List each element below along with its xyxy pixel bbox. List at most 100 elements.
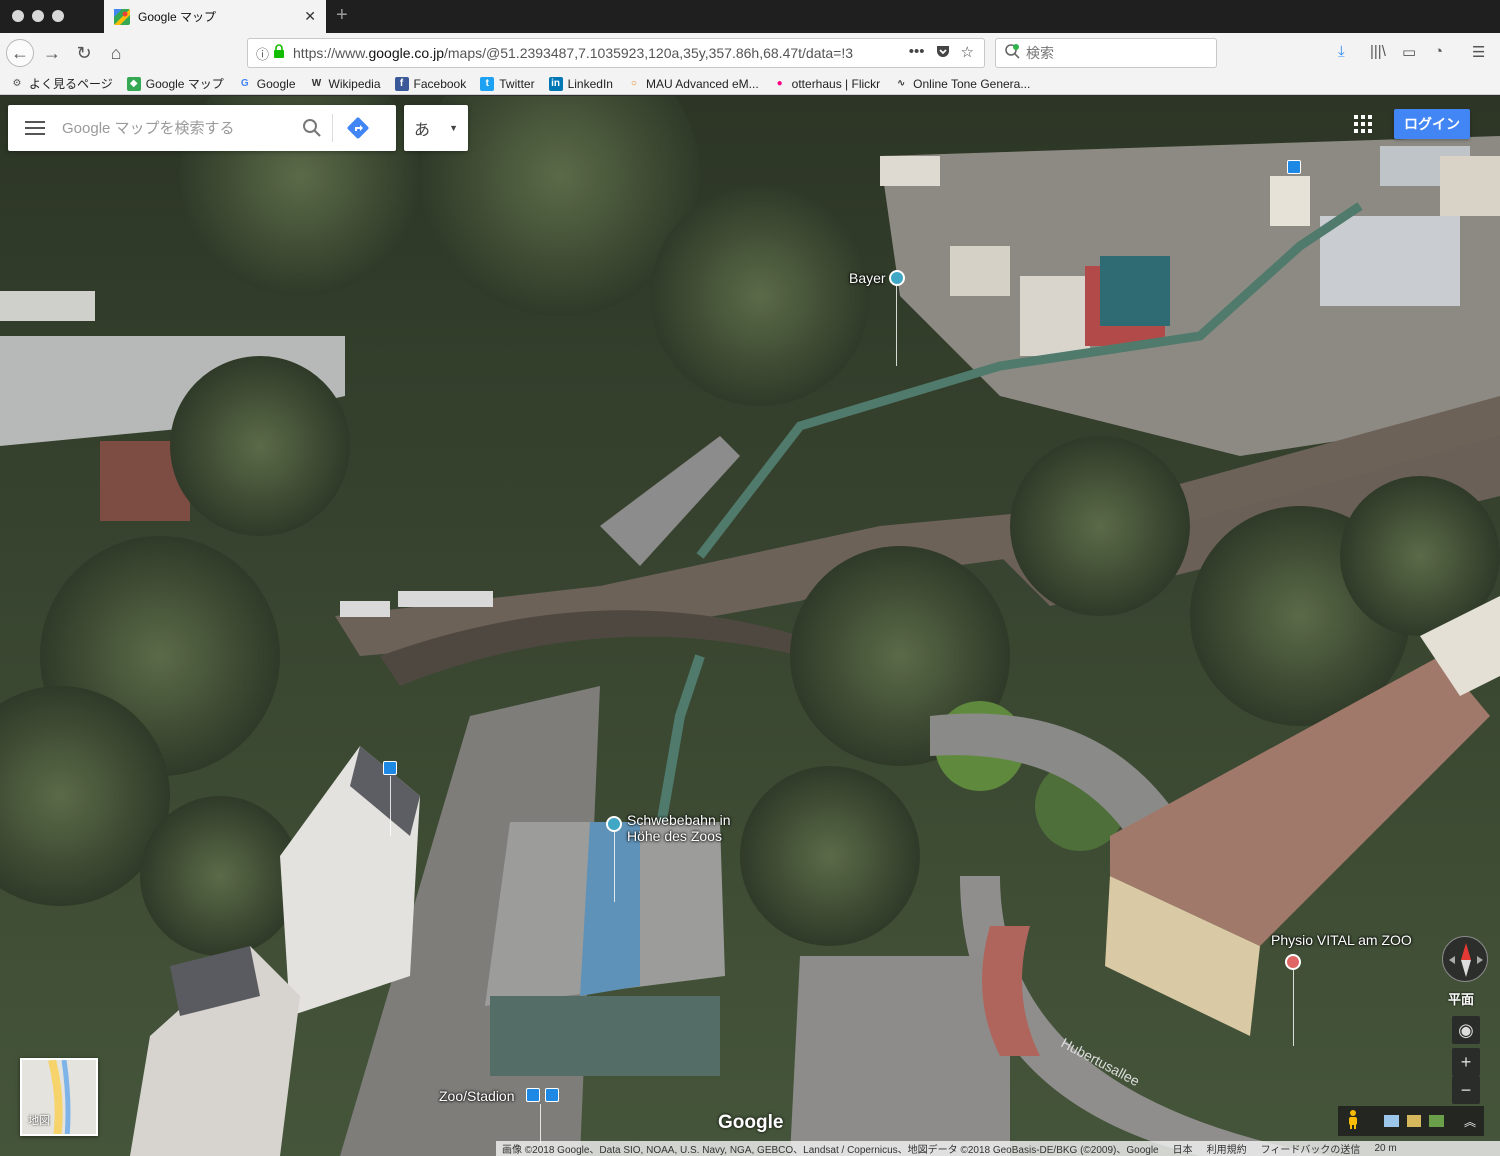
gear-icon: ⚙ [12,77,22,89]
view-mode-toggle[interactable]: 平面 [1448,989,1474,1008]
bookmark-item[interactable]: ∿ Online Tone Genera... [894,77,1030,91]
transit-stop-icon[interactable] [1287,160,1301,174]
bookmark-label: Twitter [499,76,535,91]
compass-icon[interactable] [1442,936,1488,982]
pin-stem [896,286,897,366]
bookmark-label: MAU Advanced eM... [645,76,759,91]
info-icon[interactable]: ⓘ [256,44,269,63]
extension-icon[interactable]: ◔ [1434,43,1443,60]
bookmark-item[interactable]: t Twitter [480,76,535,91]
bookmarks-bar: ⚙ よく見るページ ◆ Google マップ G Google W Wikipedia f Fac… [0,73,1500,95]
pin-stem [390,776,391,836]
browser-search-bar[interactable] [995,38,1217,68]
google-apps-icon[interactable] [1354,115,1372,133]
close-window-button[interactable] [12,10,24,22]
bookmark-item[interactable]: f Facebook [394,76,467,91]
bookmark-label: よく見るページ [29,77,113,91]
train-station-icon[interactable] [526,1088,540,1102]
library-icon[interactable]: |||\ [1370,43,1386,60]
directions-icon[interactable] [333,116,383,140]
my-location-icon[interactable]: ◉ [1452,1016,1480,1044]
forward-button[interactable]: → [38,39,66,67]
bookmark-item[interactable]: ○ MAU Advanced eM... [627,77,759,91]
new-tab-button[interactable]: + [336,4,348,27]
bookmark-item[interactable]: W Wikipedia [310,77,381,91]
health-pin-icon[interactable] [1285,954,1301,970]
layer-thumbnail[interactable] [1429,1115,1444,1127]
satellite-3d-imagery[interactable]: Hubertusallee [0,96,1500,1156]
zoom-in-button[interactable]: + [1452,1048,1480,1076]
menu-icon[interactable]: ☰ [1472,43,1485,61]
zoom-window-button[interactable] [52,10,64,22]
navigation-bar: ← → ↻ ⌂ ⓘ https://www.google.co.jp/maps/… [0,33,1500,73]
place-label-schwebebahn[interactable]: Schwebebahn in Höhe des Zoos [627,812,731,844]
feedback-link[interactable]: フィードバックの送信 [1261,1141,1361,1156]
map-type-toggle[interactable]: 地図 [20,1058,98,1136]
zoom-out-button[interactable]: − [1452,1076,1480,1104]
camera-pin-icon[interactable] [606,816,622,832]
facebook-icon: f [394,76,409,91]
downloads-icon[interactable]: ⤓ [1338,43,1345,60]
bookmark-star-icon[interactable]: ☆ [961,43,974,63]
map-view[interactable]: Hubertusallee あ ▼ ログイン Bayer Schwebebahn… [0,96,1500,1156]
lock-icon [273,43,285,63]
bookmark-item[interactable]: G Google [238,77,296,91]
attribution-text: 画像 ©2018 Google、Data SIO, NOAA, U.S. Nav… [502,1145,1159,1156]
pin-stem [1293,970,1294,1046]
home-button[interactable]: ⌂ [102,39,130,67]
bookmark-label: Wikipedia [328,76,381,91]
tab-google-maps[interactable]: Google マップ ✕ [104,0,326,33]
bookmark-label: Online Tone Genera... [913,76,1031,91]
sidebar-icon[interactable]: ▭ [1402,43,1416,61]
search-engine-icon[interactable] [1004,43,1020,64]
bookmark-item[interactable]: ◆ Google マップ [126,75,224,92]
maps-search-input[interactable] [62,119,292,137]
wave-icon: ∿ [896,77,906,89]
flickr-icon: ● [776,77,783,89]
search-icon[interactable] [292,118,332,138]
page-actions-icon[interactable]: ••• [909,43,925,63]
bookmark-label: Facebook [413,76,467,91]
pegman-icon[interactable] [1346,1109,1360,1134]
twitter-icon: t [480,76,495,91]
expand-up-icon[interactable]: ︽ [1464,1113,1476,1130]
transit-stop-icon[interactable] [383,761,397,775]
terms-link[interactable]: 利用規約 [1207,1141,1247,1156]
minimize-window-button[interactable] [32,10,44,22]
google-icon: G [240,77,249,89]
bookmark-item[interactable]: in LinkedIn [548,76,613,91]
url-bar[interactable]: ⓘ https://www.google.co.jp/maps/@51.2393… [247,38,985,68]
pocket-icon[interactable] [935,43,951,63]
google-maps-icon [114,8,130,25]
place-pin-icon[interactable] [889,270,905,286]
chevron-down-icon: ▼ [449,123,458,133]
layer-thumbnail[interactable] [1384,1115,1399,1127]
place-label-bayer[interactable]: Bayer [849,270,886,286]
bookmark-item[interactable]: ⚙ よく見るページ [10,75,113,92]
bookmark-label: Google マップ [145,77,224,91]
maps-search-box [8,105,396,151]
place-label-zoo-stadion[interactable]: Zoo/Stadion [439,1088,515,1104]
minimap-label: 地図 [28,1115,50,1127]
tab-bar: Google マップ ✕ + [0,0,1500,33]
browser-search-input[interactable] [1026,45,1206,61]
hamburger-menu-icon[interactable] [8,121,62,135]
google-logo: Google [718,1112,784,1133]
layer-thumbnail[interactable] [1406,1115,1422,1127]
input-tools-button[interactable]: あ ▼ [404,105,468,151]
reload-button[interactable]: ↻ [70,39,98,67]
country-link[interactable]: 日本 [1173,1141,1193,1156]
linkedin-icon: in [548,76,563,91]
url-text: https://www.google.co.jp/maps/@51.239348… [293,45,854,61]
bottom-panel: ︽ [1338,1106,1484,1136]
bus-stop-icon[interactable] [545,1088,559,1102]
bookmark-item[interactable]: ● otterhaus | Flickr [773,77,881,91]
login-button[interactable]: ログイン [1394,109,1470,139]
bookmark-label: LinkedIn [567,76,613,91]
bookmark-label: Google [256,76,296,91]
scale-label: 20 m [1374,1143,1397,1154]
place-label-physio[interactable]: Physio VITAL am ZOO [1271,932,1412,948]
ring-icon: ○ [630,77,637,89]
close-tab-icon[interactable]: ✕ [304,8,316,25]
back-button[interactable]: ← [6,39,34,67]
